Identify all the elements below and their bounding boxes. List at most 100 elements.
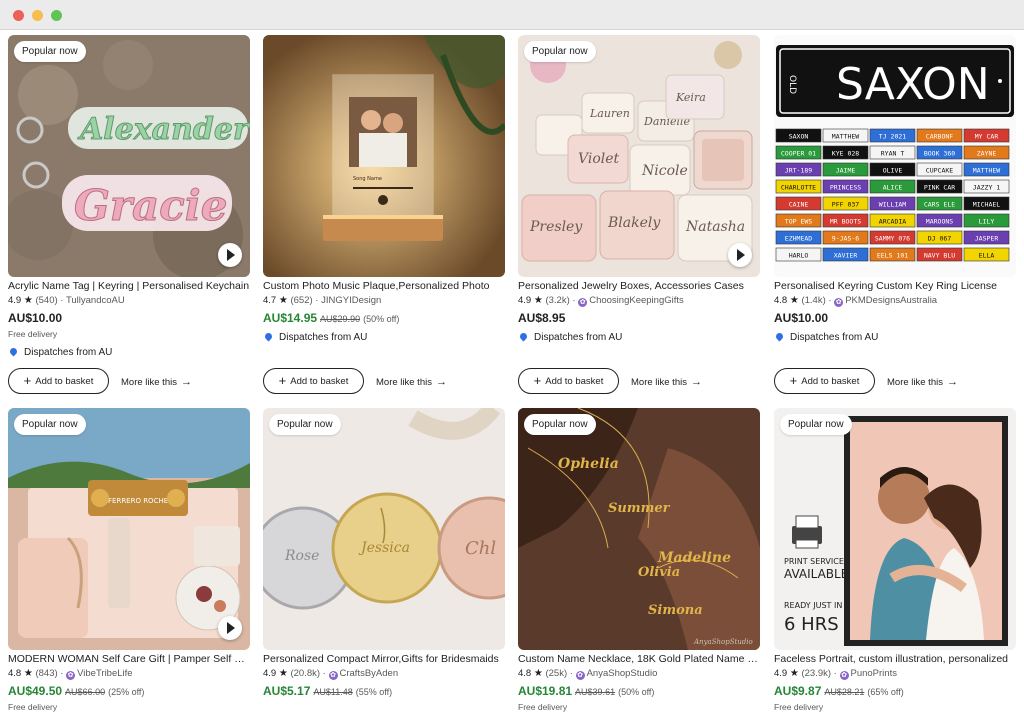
product-rating: 4.8 ★ (1.4k) · ✿ PKMDesignsAustralia xyxy=(774,295,938,307)
add-to-basket-button[interactable]: + Add to basket xyxy=(8,368,109,394)
necklace-name: Simona xyxy=(648,603,703,618)
more-like-this-link[interactable]: More like this → xyxy=(887,376,958,388)
star-seller-icon: ✿ xyxy=(66,671,76,680)
product-rating: 4.9 ★ (540) · TullyandcoAU xyxy=(8,295,125,306)
window-titlebar xyxy=(0,0,1024,30)
mini-plate-label: ELLA xyxy=(979,252,995,260)
product-image[interactable]: Lauren Danielle Keira Violet Nicole Pres… xyxy=(518,35,760,277)
product-price: AU$8.95 xyxy=(518,311,566,325)
shop-name[interactable]: PKMDesignsAustralia xyxy=(845,295,937,306)
shop-name[interactable]: JINGYIDesign xyxy=(321,295,381,306)
mini-plate-label: MR BOOTS xyxy=(830,218,861,226)
product-title[interactable]: Custom Name Necklace, 18K Gold Plated Na… xyxy=(518,653,760,665)
mini-plate-label: PINK CAR xyxy=(924,184,955,192)
location-pin-icon xyxy=(518,331,529,342)
mini-plate-label: TOP EWS xyxy=(785,218,812,226)
popular-badge: Popular now xyxy=(524,41,596,62)
product-image[interactable]: Ophelia Summer Madeline Olivia Simona An… xyxy=(518,408,760,650)
shop-name[interactable]: VibeTribeLife xyxy=(77,668,132,679)
product-image[interactable]: PRINT SERVICE AVAILABLE READY JUST IN 6 … xyxy=(774,408,1016,650)
minimize-window-icon[interactable] xyxy=(32,10,43,21)
mini-plate-label: COOPER 01 xyxy=(781,150,816,158)
keyring-text-1: Alexander xyxy=(77,112,250,147)
mini-plate-label: PFF 037 xyxy=(832,201,859,209)
product-image[interactable]: FERRERO ROCHER Popular now xyxy=(8,408,250,650)
delivery-note: Free delivery xyxy=(774,702,824,712)
product-image[interactable]: OLD SAXON SAXON MATTHEW TJ 2021 CARBONF MY C… xyxy=(774,35,1016,277)
necklace-watermark: AnyaShopStudio xyxy=(693,638,753,646)
original-price: AU$11.48 xyxy=(313,687,353,697)
jewelry-name: Nicole xyxy=(641,163,688,179)
product-title[interactable]: Acrylic Name Tag | Keyring | Personalise… xyxy=(8,280,250,292)
mini-plate-label: ZAYNE xyxy=(977,150,997,158)
plus-icon: + xyxy=(23,373,32,388)
mini-plate-label: MY CAR xyxy=(975,133,999,141)
mini-plate-label: CAINE xyxy=(789,201,809,209)
shop-name[interactable]: AnyaShopStudio xyxy=(587,668,658,679)
popular-badge: Popular now xyxy=(14,41,86,62)
mirror-name: Rose xyxy=(284,548,319,564)
discount: (25% off) xyxy=(108,687,145,697)
product-image[interactable]: Song Name xyxy=(263,35,505,277)
product-rating: 4.8 ★ (25k) · ✿ AnyaShopStudio xyxy=(518,668,658,680)
add-to-basket-button[interactable]: + Add to basket xyxy=(518,368,619,394)
product-title[interactable]: Personalized Jewelry Boxes, Accessories … xyxy=(518,280,760,292)
mini-plate-label: JAZZY 1 xyxy=(973,184,1000,192)
play-video-icon[interactable] xyxy=(218,243,242,267)
add-to-basket-button[interactable]: + Add to basket xyxy=(263,368,364,394)
product-rating: 4.9 ★ (3.2k) · ✿ ChoosingKeepingGifts xyxy=(518,295,684,307)
product-title[interactable]: Faceless Portrait, custom illustration, … xyxy=(774,653,1016,665)
product-title[interactable]: Personalized Compact Mirror,Gifts for Br… xyxy=(263,653,505,665)
star-icon: ★ xyxy=(278,295,288,306)
mini-plate-label: CHARLOTTE xyxy=(781,184,816,192)
star-seller-icon: ✿ xyxy=(328,671,338,680)
discount: (50% off) xyxy=(363,314,400,324)
mini-plate-label: MICHAEL xyxy=(973,201,1000,209)
product-rating: 4.7 ★ (652) · JINGYIDesign xyxy=(263,295,382,306)
jewelry-name: Blakely xyxy=(607,215,661,231)
mini-plate-label: SAXON xyxy=(789,133,809,141)
delivery-note: Free delivery xyxy=(8,702,58,712)
product-image[interactable]: Rose Jessica Chl Popular now xyxy=(263,408,505,650)
more-like-this-link[interactable]: More like this → xyxy=(121,376,192,388)
dispatch-note: Dispatches from AU xyxy=(518,331,622,343)
shop-name[interactable]: CraftsByAden xyxy=(340,668,399,679)
necklace-name: Ophelia xyxy=(558,456,619,472)
mirror-name: Jessica xyxy=(358,540,410,556)
product-image[interactable]: Alexander Gracie Popular now xyxy=(8,35,250,277)
more-like-this-link[interactable]: More like this → xyxy=(376,376,447,388)
mini-plate-label: ARCADIA xyxy=(879,218,906,226)
portrait-ready-text: READY JUST IN xyxy=(784,601,842,610)
product-title[interactable]: MODERN WOMAN Self Care Gift | Pamper Sel… xyxy=(8,653,250,665)
arrow-right-icon: → xyxy=(180,376,192,388)
mini-plate-label: DJ 067 xyxy=(928,235,952,243)
star-icon: ★ xyxy=(278,668,288,679)
mini-plate-label: CARBONF xyxy=(926,133,953,141)
maximize-window-icon[interactable] xyxy=(51,10,62,21)
product-title[interactable]: Custom Photo Music Plaque,Personalized P… xyxy=(263,280,505,292)
product-price: AU$10.00 xyxy=(774,311,829,325)
play-video-icon[interactable] xyxy=(218,616,242,640)
close-window-icon[interactable] xyxy=(13,10,24,21)
original-price: AU$66.00 xyxy=(65,687,106,697)
play-video-icon[interactable] xyxy=(728,243,752,267)
shop-name[interactable]: TullyandcoAU xyxy=(66,295,125,306)
mini-plate-label: MAROONS xyxy=(926,218,953,226)
more-like-this-link[interactable]: More like this → xyxy=(631,376,702,388)
mini-plate-label: RYAN T xyxy=(881,150,905,158)
location-pin-icon xyxy=(8,346,19,357)
original-price: AU$29.90 xyxy=(320,314,361,324)
mini-plate-label: CUPCAKE xyxy=(926,167,953,175)
mini-plate-label: JAIME xyxy=(836,167,856,175)
portrait-service-text: PRINT SERVICE xyxy=(784,557,844,566)
arrow-right-icon: → xyxy=(435,376,447,388)
mini-plate-label: JASPER xyxy=(975,235,999,243)
shop-name[interactable]: ChoosingKeepingGifts xyxy=(589,295,684,306)
delivery-note: Free delivery xyxy=(8,329,58,339)
product-title[interactable]: Personalised Keyring Custom Key Ring Lic… xyxy=(774,280,1016,292)
shop-name[interactable]: PunoPrints xyxy=(851,668,897,679)
mini-plate-label: JRT-189 xyxy=(785,167,812,175)
add-to-basket-button[interactable]: + Add to basket xyxy=(774,368,875,394)
jewelry-name: Presley xyxy=(529,219,583,235)
mini-plate-label: OLIVE xyxy=(883,167,903,175)
